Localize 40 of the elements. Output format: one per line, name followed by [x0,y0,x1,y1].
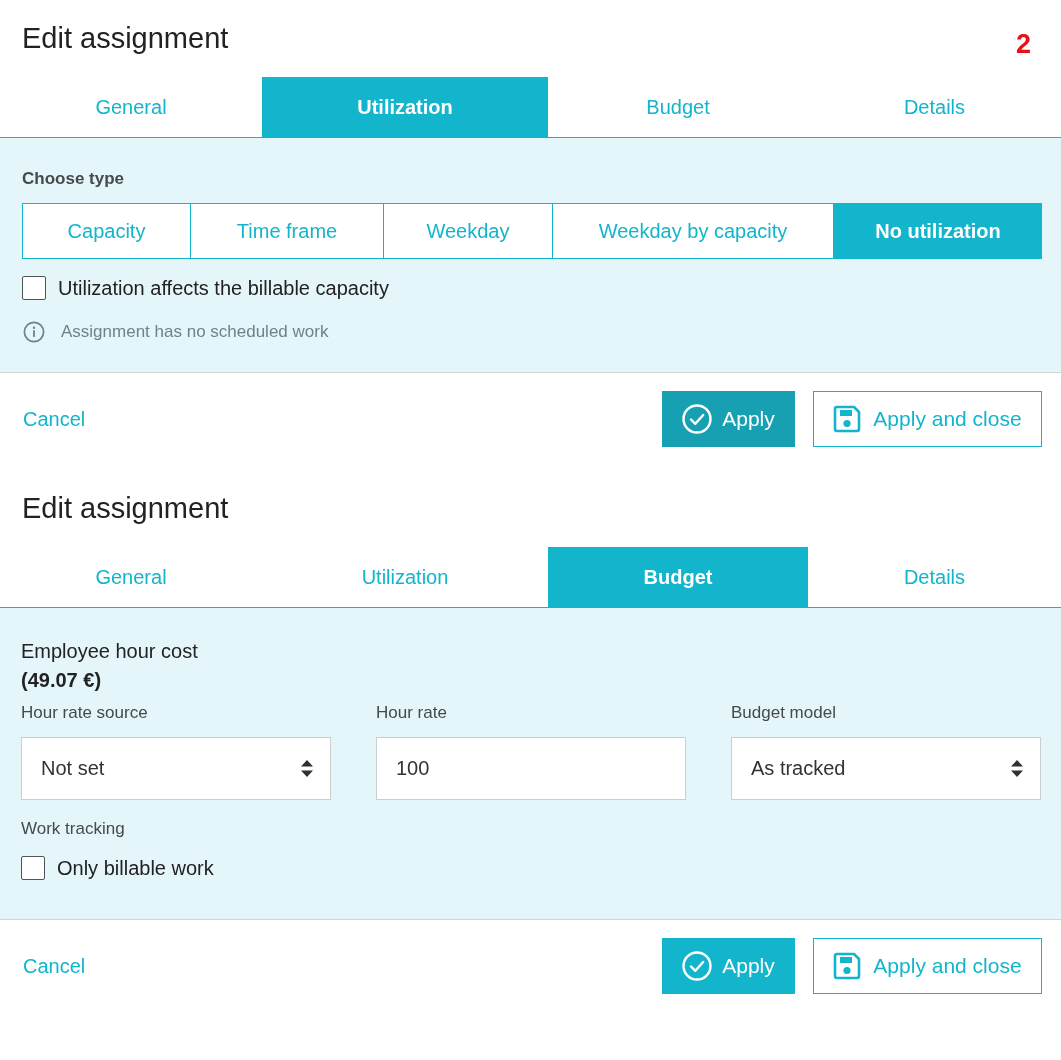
save-icon [833,405,862,433]
cancel-link[interactable]: Cancel [23,407,86,431]
field-label: Budget model [731,702,837,724]
tab[interactable]: Budget [548,547,808,607]
tab[interactable]: Budget [548,77,808,137]
apply-and-close-button[interactable]: Apply and close [813,938,1042,994]
tab[interactable]: Utilization [262,77,548,137]
check-circle-icon [682,404,713,434]
sort-arrows-icon [1011,760,1023,777]
select-field[interactable]: As tracked [731,737,1041,800]
dialog-title: Edit assignment [22,20,229,56]
field-label: Hour rate [376,702,448,724]
dialog-title: Edit assignment [22,490,229,526]
cancel-link[interactable]: Cancel [23,954,86,978]
step-number: 2 [1015,28,1031,59]
field-label: Choose type [22,168,126,190]
field-label: Work tracking [21,818,126,840]
tab[interactable]: Details [808,547,1061,607]
save-icon [833,952,862,980]
checkbox[interactable] [21,856,45,880]
field-label: Hour rate source [21,702,149,724]
cost-value: (49.07 €) [21,668,103,693]
apply-button[interactable]: Apply [662,391,795,447]
check-circle-icon [682,951,713,981]
tab[interactable]: Details [808,77,1061,137]
tab[interactable]: General [0,547,262,607]
type-option[interactable]: No utilization [833,204,1042,258]
checkbox-label: Only billable work [57,856,214,880]
apply-and-close-button[interactable]: Apply and close [813,391,1042,447]
tab[interactable]: Utilization [262,547,548,607]
input-field[interactable]: 100 [376,737,686,800]
info-message: Assignment has no scheduled work [61,321,329,343]
checkbox[interactable] [22,276,46,300]
apply-button[interactable]: Apply [662,938,795,994]
info-icon [23,321,45,343]
select-field[interactable]: Not set [21,737,331,800]
checkbox-label: Utilization affects the billable capacity [58,276,389,300]
cost-label: Employee hour cost [21,639,199,664]
sort-arrows-icon [301,760,313,777]
tab[interactable]: General [0,77,262,137]
